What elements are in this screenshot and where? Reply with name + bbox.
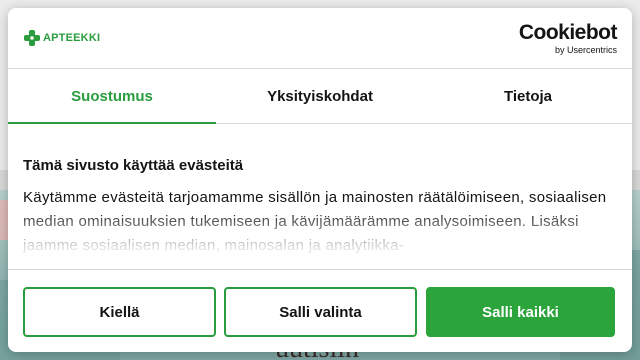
- consent-title: Tämä sivusto käyttää evästeitä: [23, 157, 244, 174]
- dialog-footer: Kiellä Salli valinta Salli kaikki: [8, 269, 632, 352]
- cookiebot-subtitle: by Usercentrics: [554, 45, 617, 55]
- tab-bar: Suostumus Yksityiskohdat Tietoja: [8, 68, 632, 124]
- tab-details[interactable]: Yksityiskohdat: [216, 69, 424, 123]
- apteekki-logo: APTEEKKI: [24, 30, 100, 46]
- cookie-consent-dialog: APTEEKKI Cookiebot by Usercentrics Suost…: [8, 8, 632, 352]
- tab-about[interactable]: Tietoja: [424, 69, 632, 123]
- tab-consent[interactable]: Suostumus: [8, 69, 216, 124]
- cookiebot-name: Cookiebot: [518, 21, 618, 44]
- pharmacy-cross-icon: [24, 30, 40, 46]
- allow-selection-button[interactable]: Salli valinta: [224, 287, 417, 337]
- dialog-header: APTEEKKI Cookiebot by Usercentrics: [8, 8, 632, 68]
- deny-button[interactable]: Kiellä: [23, 287, 216, 337]
- cookiebot-logo[interactable]: Cookiebot by Usercentrics: [518, 21, 618, 56]
- content-fade-overlay: [8, 208, 632, 268]
- logo-text: APTEEKKI: [43, 32, 101, 44]
- allow-all-button[interactable]: Salli kaikki: [426, 287, 615, 337]
